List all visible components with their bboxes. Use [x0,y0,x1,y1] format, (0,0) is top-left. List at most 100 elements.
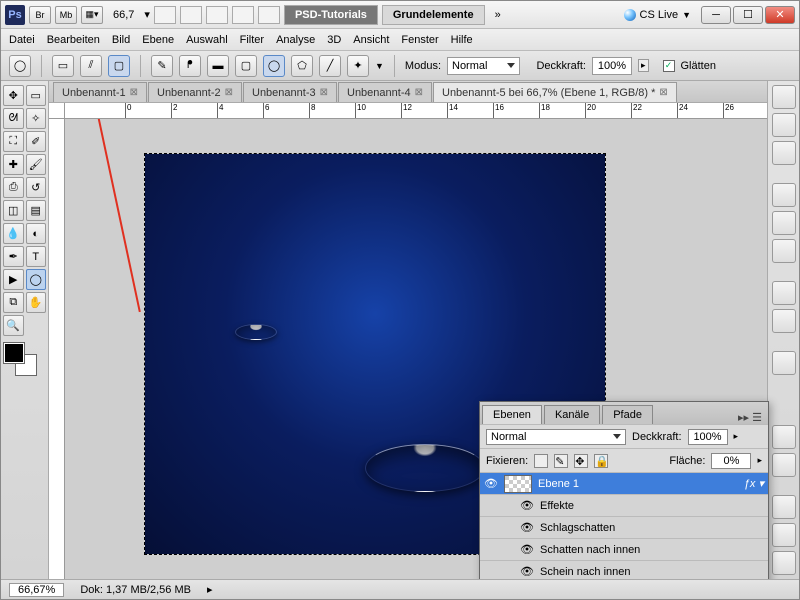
workspace-grundelemente[interactable]: Grundelemente [382,5,485,25]
layer-row-ebene1[interactable]: 👁 Ebene 1 ƒx ▾ [480,472,768,494]
lock-transparency-icon[interactable] [534,454,548,468]
panel-icon[interactable] [772,113,796,137]
tool-crop[interactable]: ⛶ [3,131,24,152]
close-icon[interactable]: ⊠ [415,87,423,98]
hand-tool-button[interactable] [154,6,176,24]
opt-rect-icon[interactable]: ▬ [207,55,229,77]
tool-move[interactable]: ✥ [3,85,24,106]
opt-pen-icon[interactable]: ✎ [151,55,173,77]
opt-freeform-icon[interactable]: ᖰ [179,55,201,77]
minimize-button[interactable]: ─ [701,6,731,24]
opt-line-icon[interactable]: ╱ [319,55,341,77]
color-swatches[interactable] [3,342,43,382]
close-icon[interactable]: ⊠ [659,87,667,98]
rotate-view-button[interactable] [206,6,228,24]
panel-icon[interactable] [772,495,796,519]
panel-icon[interactable] [772,281,796,305]
close-icon[interactable]: ⊠ [320,87,328,98]
effect-row[interactable]: 👁Schlagschatten [480,516,768,538]
menu-filter[interactable]: Filter [240,34,264,46]
bridge-button[interactable]: Br [29,6,51,24]
menu-hilfe[interactable]: Hilfe [451,34,473,46]
workspace-more-icon[interactable]: » [489,9,507,21]
panel-icon[interactable] [772,351,796,375]
arrange-button[interactable] [232,6,254,24]
opt-unconstrained-icon[interactable]: ▭ [52,55,74,77]
effect-row[interactable]: 👁Schatten nach innen [480,538,768,560]
tool-lasso[interactable]: ᘛ [3,108,24,129]
panel-icon[interactable] [772,85,796,109]
tool-zoom[interactable]: 🔍 [3,315,24,336]
status-doc-size[interactable]: Dok: 1,37 MB/2,56 MB [80,584,191,596]
menu-ebene[interactable]: Ebene [142,34,174,46]
layer-name[interactable]: Ebene 1 [538,478,579,490]
opt-roundrect-icon[interactable]: ▢ [235,55,257,77]
opt-menu-chevron[interactable]: ▼ [375,61,384,71]
fg-color-swatch[interactable] [3,342,25,364]
panel-icon[interactable] [772,141,796,165]
tool-3d[interactable]: ⧉ [3,292,24,313]
layer-thumbnail[interactable] [504,475,532,493]
layer-flaeche-input[interactable]: 0% [711,453,751,469]
menu-auswahl[interactable]: Auswahl [186,34,228,46]
workspace-psd-tutorials[interactable]: PSD-Tutorials [284,5,378,25]
deckkraft-input[interactable]: 100% [592,57,632,75]
tool-blur[interactable]: 💧 [3,223,24,244]
tool-path-select[interactable]: ▶ [3,269,24,290]
panel-icon[interactable] [772,551,796,575]
cs-live[interactable]: CS Live ▼ [624,9,691,21]
opt-square-icon[interactable]: ⫽ [80,55,102,77]
opt-ellipse-icon[interactable]: ◯ [263,55,285,77]
tool-gradient[interactable]: ▤ [26,200,47,221]
opt-custom-shape-icon[interactable]: ✦ [347,55,369,77]
screen-mode-button[interactable] [258,6,280,24]
tab-pfade[interactable]: Pfade [602,405,653,424]
panel-menu-icon[interactable]: ▸▸ ☰ [732,411,768,424]
opt-polygon-icon[interactable]: ⬠ [291,55,313,77]
tab-ebenen[interactable]: Ebenen [482,405,542,424]
status-flyout-icon[interactable]: ▸ [207,583,213,596]
panel-icon[interactable] [772,239,796,263]
ruler-vertical[interactable] [49,119,65,579]
layer-deckkraft-input[interactable]: 100% [688,429,728,445]
tool-dodge[interactable]: ◐ [26,223,47,244]
close-button[interactable]: ✕ [765,6,795,24]
tool-preset-icon[interactable]: ◯ [9,55,31,77]
tool-hand[interactable]: ✋ [26,292,47,313]
blend-mode-select[interactable]: Normal [486,429,626,445]
close-icon[interactable]: ⊠ [225,87,233,98]
panel-icon[interactable] [772,523,796,547]
panel-icon[interactable] [772,183,796,207]
flyout-icon[interactable]: ▸ [734,431,739,442]
panel-icon[interactable] [772,309,796,333]
tool-marquee[interactable]: ▭ [26,85,47,106]
panel-icon[interactable] [772,211,796,235]
menu-datei[interactable]: Datei [9,34,35,46]
fx-badge[interactable]: ƒx ▾ [744,477,764,490]
tool-eraser[interactable]: ◫ [3,200,24,221]
status-zoom[interactable]: 66,67% [9,583,64,597]
layers-panel[interactable]: Ebenen Kanäle Pfade ▸▸ ☰ Normal Deckkraf… [479,401,769,579]
lock-position-icon[interactable]: ✥ [574,454,588,468]
view-extras-button[interactable]: ▦▾ [81,6,103,24]
doc-tab-2[interactable]: Unbenannt-2⊠ [148,82,242,102]
lock-pixels-icon[interactable]: ✎ [554,454,568,468]
effect-row[interactable]: 👁Schein nach innen [480,560,768,579]
doc-tab-5[interactable]: Unbenannt-5 bei 66,7% (Ebene 1, RGB/8) *… [433,82,677,102]
effects-header-row[interactable]: 👁Effekte [480,494,768,516]
menu-ansicht[interactable]: Ansicht [353,34,389,46]
visibility-icon[interactable]: 👁 [484,477,498,490]
zoom-tool-button[interactable] [180,6,202,24]
visibility-icon[interactable]: 👁 [520,521,534,534]
glaetten-checkbox[interactable]: ✓ [663,60,675,72]
close-icon[interactable]: ⊠ [130,87,138,98]
panel-icon[interactable] [772,453,796,477]
minibridge-button[interactable]: Mb [55,6,77,24]
doc-tab-4[interactable]: Unbenannt-4⊠ [338,82,432,102]
tool-pen[interactable]: ✒ [3,246,24,267]
menu-bearbeiten[interactable]: Bearbeiten [47,34,100,46]
tool-history-brush[interactable]: ↺ [26,177,47,198]
menu-bild[interactable]: Bild [112,34,130,46]
menu-fenster[interactable]: Fenster [401,34,438,46]
ruler-horizontal[interactable]: 0246810121416182022242628 [49,103,767,119]
